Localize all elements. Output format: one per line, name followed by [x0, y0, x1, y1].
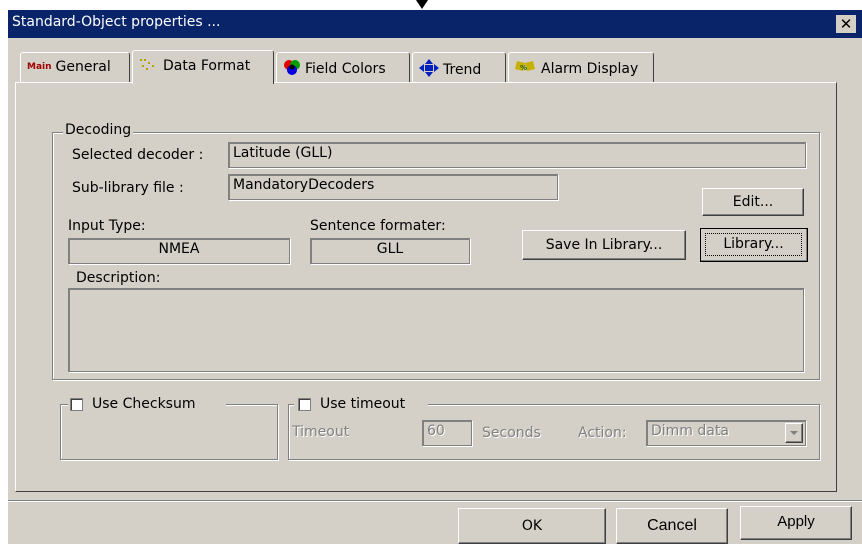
- alarm-display-icon: %: [515, 59, 537, 79]
- tab-general[interactable]: Main General: [20, 52, 130, 82]
- tab-field-colors[interactable]: Field Colors: [276, 52, 410, 82]
- action-label: Action:: [578, 425, 627, 441]
- chevron-down-icon: [790, 431, 798, 435]
- field-colors-icon: [283, 59, 301, 79]
- edit-button[interactable]: Edit...: [702, 188, 804, 216]
- cancel-button[interactable]: Cancel: [616, 508, 728, 544]
- main-icon: Main: [27, 62, 52, 72]
- svg-text:%: %: [520, 64, 527, 72]
- timeout-label: Timeout: [292, 424, 350, 440]
- ok-button[interactable]: OK: [458, 508, 606, 544]
- tab-field-colors-label: Field Colors: [305, 61, 386, 77]
- cursor-arrow-icon: [416, 0, 428, 9]
- action-dropdown-button[interactable]: [785, 423, 803, 443]
- action-select[interactable]: Dimm data: [646, 420, 806, 446]
- input-type-field: NMEA: [68, 238, 290, 264]
- use-timeout-label[interactable]: Use timeout: [320, 396, 405, 412]
- library-button-label: Library...: [705, 233, 802, 256]
- selected-decoder-field: Latitude (GLL): [228, 142, 806, 168]
- tab-trend-label: Trend: [443, 62, 482, 78]
- library-button[interactable]: Library...: [700, 228, 808, 262]
- input-type-label: Input Type:: [68, 218, 146, 234]
- timeout-value-field[interactable]: 60: [422, 420, 472, 446]
- apply-button[interactable]: Apply: [740, 506, 852, 540]
- sentence-formatter-field: GLL: [310, 238, 470, 264]
- data-format-icon: [139, 57, 159, 75]
- trend-arrows-icon: [419, 59, 439, 81]
- use-checksum-label[interactable]: Use Checksum: [92, 396, 195, 412]
- tab-alarm-display-label: Alarm Display: [541, 61, 639, 77]
- seconds-label: Seconds: [482, 425, 541, 441]
- action-select-value: Dimm data: [651, 423, 729, 439]
- tab-data-format-label: Data Format: [163, 58, 251, 74]
- tab-alarm-display[interactable]: % Alarm Display: [508, 52, 654, 82]
- selected-decoder-label: Selected decoder :: [72, 147, 204, 163]
- description-field[interactable]: [68, 288, 804, 372]
- sublibrary-field: MandatoryDecoders: [228, 174, 558, 200]
- description-label: Description:: [76, 270, 161, 286]
- footer-divider: [8, 500, 862, 502]
- close-button[interactable]: ✕: [836, 15, 856, 33]
- tab-general-label: General: [55, 59, 111, 75]
- tab-trend[interactable]: Trend: [412, 52, 506, 82]
- decoding-legend: Decoding: [63, 122, 134, 138]
- use-checksum-checkbox[interactable]: [70, 398, 83, 411]
- window-title: Standard-Object properties ...: [12, 14, 221, 30]
- use-timeout-checkbox[interactable]: [298, 398, 311, 411]
- sublibrary-label: Sub-library file :: [72, 180, 184, 196]
- tab-data-format[interactable]: Data Format: [132, 50, 274, 84]
- sentence-formatter-label: Sentence formater:: [310, 218, 446, 234]
- save-in-library-button[interactable]: Save In Library...: [522, 230, 686, 260]
